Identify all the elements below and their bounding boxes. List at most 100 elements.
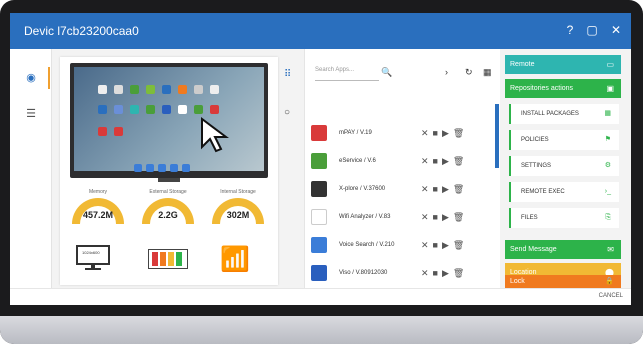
battery-cell: [168, 252, 174, 266]
app-icon: [311, 181, 327, 197]
app-controls[interactable]: ✕■▶🗑: [421, 128, 468, 139]
device-screen-preview[interactable]: [70, 63, 268, 182]
app-icon: [210, 105, 219, 114]
policies-item[interactable]: POLICIES ⚑: [509, 130, 619, 150]
circle-icon[interactable]: ○: [284, 107, 290, 118]
cancel-button[interactable]: CANCEL: [599, 293, 623, 299]
list-icon[interactable]: ☰: [24, 107, 38, 121]
lock-label: Lock: [510, 278, 525, 285]
monitor-resolution: 1024x600: [82, 250, 100, 255]
search-icon[interactable]: 🔍: [381, 67, 392, 78]
battery-icon: [148, 249, 188, 269]
internal-storage-label: Internal Storage: [220, 189, 256, 195]
files-label: FILES: [521, 215, 538, 221]
dialog-title: Devic l7cb23200caa0: [24, 24, 139, 38]
remote-label: Remote: [510, 61, 535, 68]
search-input[interactable]: Search Apps...: [315, 67, 379, 81]
app-icon: [311, 209, 327, 225]
settings-item[interactable]: SETTINGS ⚙: [509, 156, 619, 176]
app-name: X-plore / V.37600: [339, 186, 386, 192]
remote-button[interactable]: Remote ▭: [505, 55, 621, 74]
briefcase-icon: ▣: [606, 84, 614, 93]
lock-icon: 🔒: [605, 278, 614, 285]
install-label: INSTALL PACKAGES: [521, 111, 579, 117]
app-icon: [130, 105, 139, 114]
app-name: Wifi Analyzer / V.83: [339, 214, 391, 220]
file-icon: ⎘: [605, 214, 611, 221]
device-bezel: [0, 316, 643, 344]
apps-grid-icon[interactable]: ▦: [483, 67, 492, 78]
device-dialog: Devic l7cb23200caa0 ? ▢ ✕ ◉ ☰ Memory 457…: [10, 13, 631, 305]
settings-label: SETTINGS: [521, 163, 552, 169]
app-icon: [98, 105, 107, 114]
memory-value: 457.2M: [82, 210, 114, 220]
device-screen: [74, 67, 264, 172]
app-icon: [194, 85, 203, 94]
battery-cell: [160, 252, 166, 266]
actions-panel: Remote ▭ Repositories actions ▣ INSTALL …: [505, 49, 621, 288]
app-icon: [98, 85, 107, 94]
app-icon: [146, 105, 155, 114]
app-icon: [311, 153, 327, 169]
dialog-footer: CANCEL: [10, 288, 631, 305]
list-item[interactable]: mPAY / V.19 ✕■▶🗑: [309, 121, 489, 147]
grid-icon[interactable]: ⠿: [284, 69, 291, 80]
help-circle-icon[interactable]: ?: [562, 22, 578, 38]
app-controls[interactable]: ✕■▶🗑: [421, 212, 468, 223]
package-icon: ▦: [604, 110, 611, 117]
memory-label: Memory: [88, 189, 108, 195]
app-controls[interactable]: ✕■▶🗑: [421, 156, 468, 167]
list-item[interactable]: Voice Search / V.210 ✕■▶🗑: [309, 233, 489, 259]
app-icon: [114, 85, 123, 94]
files-item[interactable]: FILES ⎘: [509, 208, 619, 228]
refresh-icon[interactable]: ↻: [465, 67, 473, 78]
window-maximize-icon[interactable]: ▢: [584, 22, 600, 38]
apps-panel: Search Apps... 🔍 › ↻ ▦ mPAY / V.19 ✕■▶🗑 …: [304, 49, 500, 288]
app-icon: [311, 265, 327, 281]
dock: [134, 159, 204, 172]
list-item[interactable]: eService / V.6 ✕■▶🗑: [309, 149, 489, 175]
app-name: mPAY / V.19: [339, 130, 372, 136]
repositories-label: Repositories actions: [510, 85, 574, 92]
install-packages-item[interactable]: INSTALL PACKAGES ▦: [509, 104, 619, 124]
send-message-button[interactable]: Send Message ✉: [505, 240, 621, 259]
app-icon: [98, 127, 107, 136]
scrollbar[interactable]: [495, 104, 499, 168]
list-item[interactable]: Viso / V.80912030 ✕■▶🗑: [309, 261, 489, 287]
chevron-right-icon[interactable]: ›: [445, 67, 448, 77]
list-item[interactable]: X-plore / V.37600 ✕■▶🗑: [309, 177, 489, 203]
repositories-button[interactable]: Repositories actions ▣: [505, 79, 621, 98]
send-message-label: Send Message: [510, 246, 557, 253]
device-overview-card: Memory 457.2M External Storage 2.2G Inte…: [60, 57, 278, 285]
wifi-icon: 📶: [220, 246, 250, 273]
gear-icon: ⚙: [604, 162, 611, 169]
external-storage-label: External Storage: [149, 189, 187, 195]
battery-cell: [176, 252, 182, 266]
app-icon: [178, 85, 187, 94]
app-icon: [311, 125, 327, 141]
app-icon: [311, 237, 327, 253]
pointer-icon: [201, 117, 229, 153]
app-name: eService / V.6: [339, 158, 376, 164]
external-storage-gauge: External Storage 2.2G: [138, 189, 198, 234]
app-icon: [210, 85, 219, 94]
list-item[interactable]: Wifi Analyzer / V.83 ✕■▶🗑: [309, 205, 489, 231]
app-controls[interactable]: ✕■▶🗑: [421, 268, 468, 279]
app-icon: [114, 127, 123, 136]
app-controls[interactable]: ✕■▶🗑: [421, 240, 468, 251]
dashboard-icon[interactable]: ◉: [24, 67, 50, 89]
app-controls[interactable]: ✕■▶🗑: [421, 184, 468, 195]
device-frame: Devic l7cb23200caa0 ? ▢ ✕ ◉ ☰ Memory 457…: [0, 0, 643, 344]
close-icon[interactable]: ✕: [608, 22, 624, 38]
remote-exec-item[interactable]: REMOTE EXEC ›_: [509, 182, 619, 202]
app-icon: [130, 85, 139, 94]
screen-stand: [158, 178, 180, 182]
memory-gauge: Memory 457.2M: [68, 189, 128, 234]
left-rail: ◉ ☰: [10, 49, 52, 288]
monitor-icon: ▭: [606, 60, 614, 69]
monitor-icon: [76, 245, 110, 270]
lock-button[interactable]: Lock 🔒: [505, 275, 621, 288]
terminal-icon: ›_: [604, 188, 611, 195]
flag-icon: ⚑: [604, 136, 611, 143]
app-icon: [178, 105, 187, 114]
